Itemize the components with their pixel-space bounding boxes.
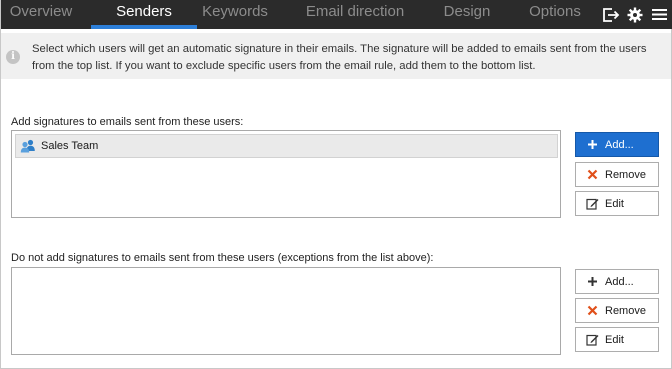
edit-button-label: Edit [605, 197, 624, 210]
edit-icon [585, 333, 599, 347]
list-item-label: Sales Team [41, 140, 99, 152]
tab-bar: Overview Senders Keywords Email directio… [1, 0, 672, 29]
exclude-remove-button[interactable]: Remove [575, 298, 659, 323]
include-section-label: Add signatures to emails sent from these… [11, 116, 244, 128]
remove-button-label: Remove [605, 304, 646, 317]
tab-options[interactable]: Options [521, 0, 589, 29]
info-text: Select which users will get an automatic… [32, 43, 647, 72]
exclude-edit-button[interactable]: Edit [575, 327, 659, 352]
edit-icon [585, 197, 599, 211]
remove-button-label: Remove [605, 168, 646, 181]
info-icon: i [6, 50, 20, 64]
plus-icon [585, 138, 599, 152]
gear-icon[interactable] [625, 4, 645, 26]
plus-icon [585, 275, 599, 289]
tab-keywords[interactable]: Keywords [197, 0, 273, 29]
hamburger-menu-icon[interactable] [649, 4, 669, 26]
exclude-users-list[interactable] [11, 267, 561, 355]
add-button-label: Add... [605, 138, 634, 151]
include-remove-button[interactable]: Remove [575, 162, 659, 187]
tab-overview[interactable]: Overview [1, 0, 81, 29]
exit-icon[interactable] [601, 4, 621, 26]
remove-icon [585, 304, 599, 318]
user-group-icon [20, 139, 35, 153]
include-add-button[interactable]: Add... [575, 132, 659, 157]
exclude-add-button[interactable]: Add... [575, 269, 659, 294]
tab-email-direction[interactable]: Email direction [297, 0, 413, 29]
exclude-section-label: Do not add signatures to emails sent fro… [11, 252, 434, 264]
tab-senders[interactable]: Senders [91, 0, 197, 29]
add-button-label: Add... [605, 275, 634, 288]
tab-design[interactable]: Design [437, 0, 497, 29]
include-users-list[interactable]: Sales Team [11, 130, 561, 218]
app-window: Overview Senders Keywords Email directio… [0, 0, 672, 369]
top-icons [601, 0, 669, 29]
remove-icon [585, 168, 599, 182]
include-edit-button[interactable]: Edit [575, 191, 659, 216]
list-item[interactable]: Sales Team [15, 134, 558, 158]
info-banner: i Select which users will get an automat… [1, 33, 671, 79]
edit-button-label: Edit [605, 333, 624, 346]
